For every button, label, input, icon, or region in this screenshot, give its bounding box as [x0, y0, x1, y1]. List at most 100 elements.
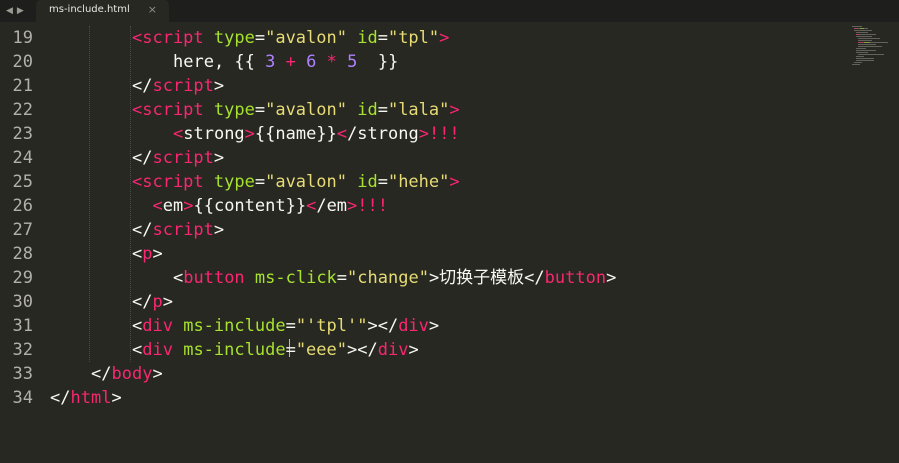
code-token-text: < [132, 316, 143, 336]
nav-back-icon[interactable]: ◀ [6, 3, 13, 19]
code-token-attr: ms-include [183, 340, 286, 360]
code-token-text: = [285, 340, 296, 360]
code-token-tag: script [152, 220, 214, 240]
code-token-text: }} [357, 52, 399, 72]
code-token-attr: id [357, 100, 378, 120]
code-token-tag: p [142, 244, 153, 264]
code-token-tag: > [439, 28, 450, 48]
code-token-text: ></ [367, 316, 399, 336]
text-cursor [289, 339, 290, 357]
line-number: 33 [12, 364, 33, 384]
code-line[interactable]: 21 </script> [0, 74, 840, 98]
code-line[interactable]: 22 <script type="avalon" id="lala"> [0, 98, 840, 122]
code-token-str: "hehe" [387, 172, 450, 192]
code-token-attr: type [213, 100, 255, 120]
code-token-text: = [254, 28, 266, 48]
code-token-tag: <script [132, 28, 214, 48]
line-code: <div ms-include="'tpl'"></div> [132, 314, 439, 338]
line-code: <strong>{{name}}</strong>!!! [173, 122, 460, 146]
line-code: <script type="avalon" id="tpl"> [132, 26, 449, 50]
code-token-text: = [254, 100, 266, 120]
code-line[interactable]: 23 <strong>{{name}}</strong>!!! [0, 122, 840, 146]
code-token-tag: body [111, 364, 153, 384]
code-editor[interactable]: 19 <script type="avalon" id="tpl"> 20 here,… [0, 26, 899, 463]
code-token-num: 6 [306, 52, 317, 72]
code-token-tag: div [142, 316, 184, 336]
code-token-str: "'tpl'" [295, 316, 368, 336]
line-number: 22 [12, 100, 33, 120]
code-line[interactable]: 25 <script type="avalon" id="hehe"> [0, 170, 840, 194]
line-code: <em>{{content}}</em>!!! [153, 194, 389, 218]
line-number: 30 [12, 292, 33, 312]
code-token-text: /strong [347, 124, 419, 144]
code-token-text: {{content}} [193, 196, 307, 216]
code-token-tag: button [544, 268, 607, 288]
code-token-tag: >!!! [418, 124, 460, 144]
code-token-str: "avalon" [265, 172, 358, 192]
code-token-tag: <script [132, 172, 214, 192]
code-token-text: > [162, 292, 173, 312]
line-code: <button ms-click="change">切换子模板</button> [173, 266, 616, 290]
line-code: </html> [50, 386, 122, 410]
code-line[interactable]: 32 <div ms-include="eee"></div> [0, 338, 840, 362]
code-token-attr: id [357, 28, 378, 48]
code-token-tag: > [449, 172, 460, 192]
code-token-text: ></ [347, 340, 378, 360]
code-token-attr: id [357, 172, 378, 192]
code-line[interactable]: 31 <div ms-include="'tpl'"></div> [0, 314, 840, 338]
code-token-text: = [285, 316, 296, 336]
line-code: </p> [132, 290, 173, 314]
code-line[interactable]: 27 </script> [0, 218, 840, 242]
line-number: 32 [12, 340, 33, 360]
code-line[interactable]: 33 </body> [0, 362, 840, 386]
code-token-attr: ms-include [183, 316, 286, 336]
line-number: 23 [12, 124, 33, 144]
nav-forward-icon[interactable]: ▶ [17, 3, 24, 19]
code-token-str: "change" [347, 268, 429, 288]
code-line[interactable]: 34 </html> [0, 386, 840, 410]
line-code: <script type="avalon" id="hehe"> [132, 170, 460, 194]
line-number: 31 [12, 316, 33, 336]
code-token-tag: script [152, 76, 214, 96]
code-token-text: here, {{ [173, 52, 266, 72]
code-token-text: </ [50, 388, 71, 408]
code-token-tag: script [152, 148, 214, 168]
code-token-text: = [254, 172, 266, 192]
code-line[interactable]: 19 <script type="avalon" id="tpl"> [0, 26, 840, 50]
code-token-text: > [152, 244, 163, 264]
code-token-tag: div [398, 316, 429, 336]
code-token-text: = [377, 28, 388, 48]
code-token-tag: <script [132, 100, 214, 120]
code-token-text: {{name}} [254, 124, 337, 144]
code-token-text: </ [91, 364, 112, 384]
indent-guide [130, 26, 132, 362]
code-token-text: < [132, 340, 143, 360]
code-token-text: > [428, 316, 440, 336]
code-line[interactable]: 29 <button ms-click="change">切换子模板</butto… [0, 266, 840, 290]
line-number: 26 [12, 196, 33, 216]
line-code: here, {{ 3 + 6 * 5 }} [173, 50, 398, 74]
code-line[interactable]: 20 here, {{ 3 + 6 * 5 }} [0, 50, 840, 74]
code-line[interactable]: 28 <p> [0, 242, 840, 266]
line-number: 21 [12, 76, 33, 96]
code-line[interactable]: 24 </script> [0, 146, 840, 170]
line-number: 25 [12, 172, 33, 192]
code-line[interactable]: 26 <em>{{content}}</em>!!! [0, 194, 840, 218]
code-line[interactable]: 30 </p> [0, 290, 840, 314]
close-icon[interactable]: × [148, 3, 157, 16]
code-token-text: > [213, 148, 225, 168]
code-token-text: > [213, 220, 225, 240]
code-token-text: = [377, 172, 388, 192]
minimap[interactable] [850, 25, 892, 70]
tab-title: ms-include.html [49, 4, 130, 15]
line-number: 34 [12, 388, 33, 408]
code-token-str: "avalon" [265, 28, 358, 48]
line-number: 29 [12, 268, 33, 288]
code-token-text: strong [183, 124, 245, 144]
code-token-op: * [326, 52, 337, 72]
code-token-text: < [132, 244, 143, 264]
tab-ms-include[interactable]: ms-include.html × [36, 0, 169, 22]
tab-bar: ◀ ▶ ms-include.html × [0, 0, 899, 22]
